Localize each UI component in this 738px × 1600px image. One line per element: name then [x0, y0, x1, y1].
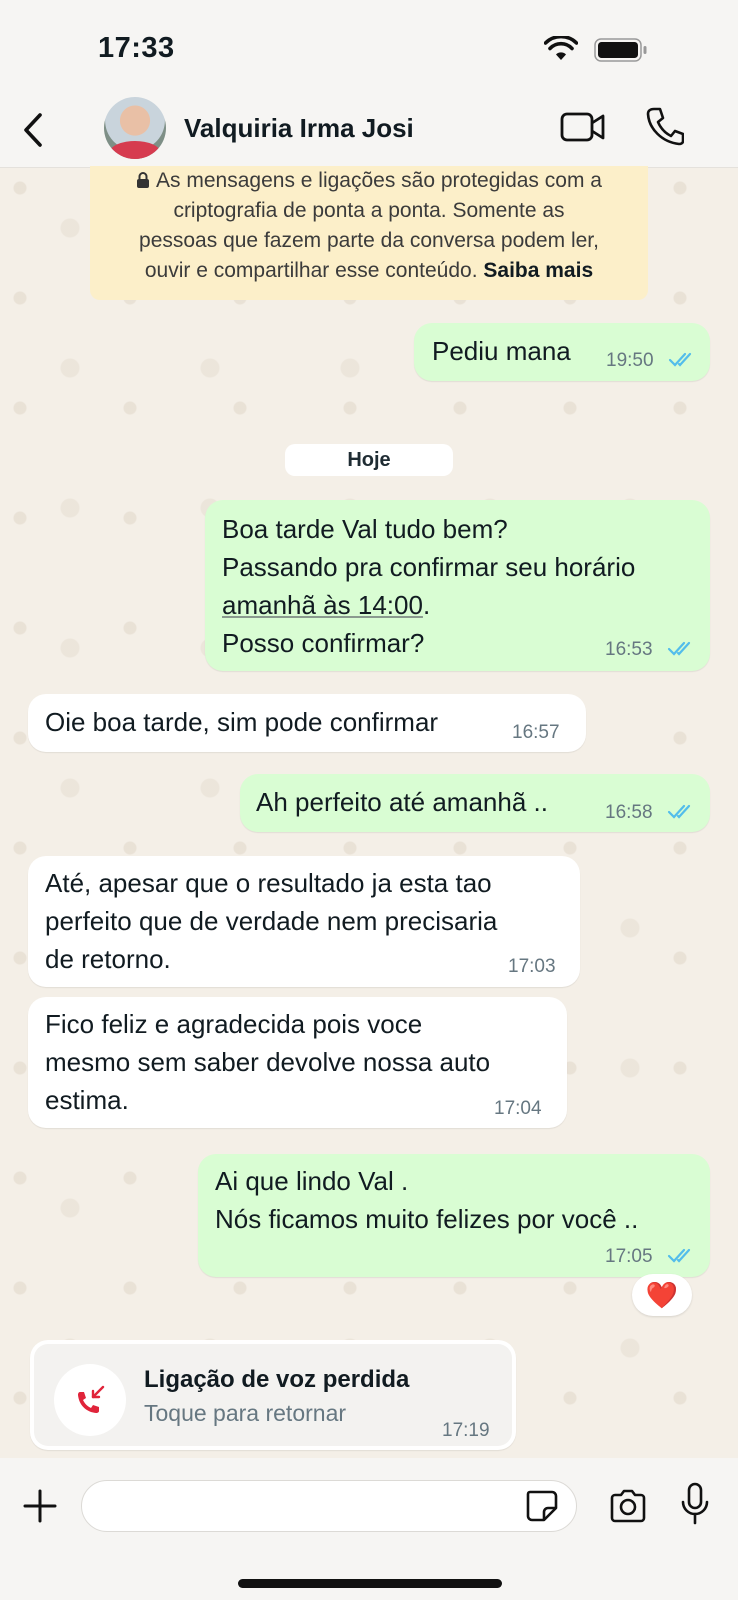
home-indicator: [238, 1579, 502, 1588]
encryption-notice-line-2: criptografia de ponta a ponta. Somente a…: [173, 199, 565, 222]
message-bubble-outgoing[interactable]: Ah perfeito até amanhã .. 16:58: [240, 774, 710, 832]
missed-call-icon-wrap: [54, 1364, 126, 1436]
message-bubble-outgoing[interactable]: Pediu mana 19:50: [414, 323, 710, 381]
message-time: 17:04: [494, 1098, 542, 1119]
contact-name[interactable]: Valquiria Irma Josi: [184, 113, 414, 144]
avatar[interactable]: [104, 97, 166, 159]
battery-icon: [594, 38, 647, 62]
message-time: 16:57: [512, 722, 560, 743]
message-time: 19:50: [606, 350, 654, 371]
message-input[interactable]: [81, 1480, 577, 1532]
message-bubble-incoming[interactable]: Fico feliz e agradecida pois voce mesmo …: [28, 997, 567, 1128]
missed-call-title: Ligação de voz perdida: [144, 1366, 410, 1393]
sticker-icon[interactable]: [524, 1488, 560, 1524]
learn-more-link[interactable]: Saiba mais: [483, 259, 593, 282]
message-line: Passando pra confirmar seu horário: [222, 552, 636, 582]
date-link[interactable]: amanhã às 14:00: [222, 590, 423, 620]
status-bar: 17:33: [0, 0, 738, 92]
message-bubble-incoming[interactable]: Até, apesar que o resultado ja esta tao …: [28, 856, 580, 987]
missed-call-card[interactable]: Ligação de voz perdida Toque para retorn…: [30, 1340, 516, 1450]
double-check-icon: [667, 641, 691, 656]
missed-call-subtitle: Toque para retornar: [144, 1400, 347, 1426]
wifi-icon: [544, 36, 578, 60]
message-input-bar: [0, 1458, 738, 1600]
message-time: 17:03: [508, 956, 556, 977]
date-separator: Hoje: [285, 444, 453, 476]
camera-icon[interactable]: [608, 1488, 648, 1524]
encryption-notice-line-4: ouvir e compartilhar esse conteúdo. Saib…: [144, 259, 594, 282]
video-call-icon[interactable]: [560, 110, 606, 144]
message-text: Até, apesar que o resultado ja esta tao …: [45, 868, 498, 974]
plus-icon[interactable]: [22, 1488, 58, 1524]
message-time: 16:58: [605, 802, 653, 823]
encryption-notice-line-1: As mensagens e ligações são protegidas c…: [104, 166, 634, 196]
voice-call-icon[interactable]: [646, 106, 684, 146]
message-time: 17:05: [605, 1246, 653, 1267]
lock-icon: [137, 172, 150, 188]
heart-reaction[interactable]: ❤️: [632, 1274, 692, 1316]
double-check-icon: [668, 352, 692, 367]
message-text: Fico feliz e agradecida pois voce mesmo …: [45, 1009, 491, 1115]
missed-call-inner[interactable]: Ligação de voz perdida Toque para retorn…: [34, 1344, 512, 1446]
message-line: Boa tarde Val tudo bem?: [222, 514, 508, 544]
missed-call-icon: [78, 1385, 105, 1413]
back-icon[interactable]: [18, 110, 48, 150]
message-text: Ai que lindo Val . Nós ficamos muito fel…: [215, 1166, 639, 1234]
message-bubble-outgoing[interactable]: Boa tarde Val tudo bem? Passando pra con…: [205, 500, 710, 671]
double-check-icon: [667, 1248, 691, 1263]
message-line: amanhã às 14:00.: [222, 590, 431, 620]
encryption-notice-line-3: pessoas que fazem parte da conversa pode…: [139, 229, 599, 252]
chat-header: Valquiria Irma Josi: [0, 92, 738, 168]
message-text: Ah perfeito até amanhã ..: [256, 787, 548, 817]
message-bubble-outgoing[interactable]: Ai que lindo Val . Nós ficamos muito fel…: [198, 1154, 710, 1277]
missed-call-time: 17:19: [442, 1420, 490, 1441]
message-time: 16:53: [605, 639, 653, 660]
double-check-icon: [667, 804, 691, 819]
message-text: Pediu mana: [432, 336, 571, 366]
encryption-notice[interactable]: As mensagens e ligações são protegidas c…: [90, 166, 648, 300]
message-bubble-incoming[interactable]: Oie boa tarde, sim pode confirmar 16:57: [28, 694, 586, 752]
status-time: 17:33: [98, 32, 175, 64]
message-text: Boa tarde Val tudo bem? Passando pra con…: [222, 510, 635, 662]
message-line: Posso confirmar?: [222, 628, 425, 658]
message-text: Oie boa tarde, sim pode confirmar: [45, 707, 439, 737]
microphone-icon[interactable]: [680, 1482, 710, 1526]
